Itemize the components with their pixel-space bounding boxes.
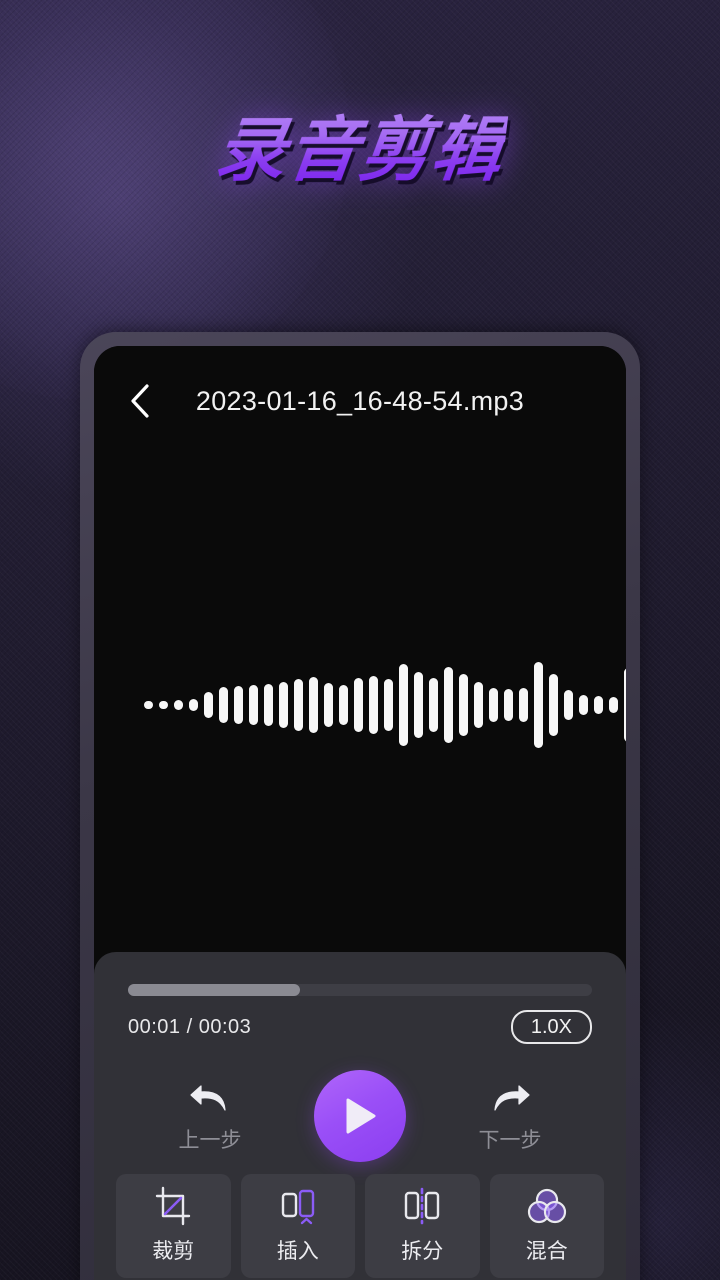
tool-crop[interactable]: 裁剪 [116,1174,231,1278]
redo-button[interactable]: 下一步 [450,1078,570,1154]
play-icon [346,1098,376,1134]
file-name-title: 2023-01-16_16-48-54.mp3 [195,385,525,416]
waveform-bar [429,678,438,732]
tool-insert[interactable]: 插入 [240,1174,355,1278]
undo-label: 上一步 [178,1129,242,1152]
waveform-bar [624,668,626,742]
insert-icon [276,1187,320,1225]
player-controls-panel: 00:01 / 00:03 1.0X 上一步 下一步 裁剪 插入 拆分 混合 [94,952,626,1280]
audio-waveform [144,645,626,765]
poster-title-wrap: 录音剪辑 [0,109,720,191]
waveform-bar [234,686,243,724]
playback-speed-button[interactable]: 1.0X [510,1010,592,1044]
progress-fill [128,984,300,996]
split-icon [400,1187,444,1225]
waveform-bar [264,684,273,726]
waveform-bar [279,682,288,728]
tool-crop-label: 裁剪 [152,1240,195,1263]
waveform-bar [414,672,423,738]
time-row: 00:01 / 00:03 1.0X [128,1010,592,1044]
tool-insert-label: 插入 [276,1240,319,1263]
phone-screen: 2023-01-16_16-48-54.mp3 00:01 / 00:03 1.… [94,346,626,1280]
waveform-bar [339,685,348,725]
waveform-bar [474,682,483,728]
waveform-bar [219,687,228,723]
tool-mix[interactable]: 混合 [489,1174,604,1278]
time-label: 00:01 / 00:03 [128,1015,252,1038]
tool-mix-label: 混合 [525,1240,568,1263]
tool-row: 裁剪 插入 拆分 混合 [116,1174,604,1278]
waveform-bar [249,685,258,725]
progress-slider[interactable] [128,984,592,996]
transport-controls: 上一步 下一步 [94,1070,626,1162]
waveform-bar [324,683,333,727]
waveform-bar [564,690,573,720]
tool-split-label: 拆分 [401,1240,444,1263]
waveform-bar [579,695,588,715]
crop-icon [153,1186,193,1226]
waveform-bar [489,688,498,722]
waveform-bar [444,667,453,743]
back-button[interactable] [118,379,162,423]
phone-mockup: 2023-01-16_16-48-54.mp3 00:01 / 00:03 1.… [80,332,640,1280]
waveform-bar [609,697,618,713]
waveform-area[interactable] [94,456,626,954]
waveform-bar [459,674,468,736]
progress-row: 00:01 / 00:03 1.0X [128,984,592,1044]
undo-button[interactable]: 上一步 [150,1078,270,1154]
waveform-bar [504,689,513,721]
play-button[interactable] [314,1070,406,1162]
chevron-left-icon [131,384,149,418]
poster-title: 录音剪辑 [211,109,510,191]
waveform-bar [534,662,543,748]
arrow-undo-icon [190,1085,226,1111]
app-header: 2023-01-16_16-48-54.mp3 [94,346,626,456]
waveform-bar [189,699,198,711]
waveform-bar [549,674,558,736]
mix-icon [526,1187,568,1225]
waveform-bar [519,688,528,722]
waveform-bar [354,678,363,732]
waveform-bar [384,679,393,731]
waveform-bar [174,700,183,710]
waveform-bar [294,679,303,731]
waveform-bar [204,692,213,718]
redo-label: 下一步 [478,1129,542,1152]
arrow-redo-icon [494,1085,530,1111]
waveform-bar [144,701,153,709]
waveform-bar [594,696,603,714]
waveform-bar [399,664,408,746]
waveform-bar [309,677,318,733]
tool-split[interactable]: 拆分 [365,1174,480,1278]
waveform-bar [369,676,378,734]
waveform-bar [159,701,168,709]
